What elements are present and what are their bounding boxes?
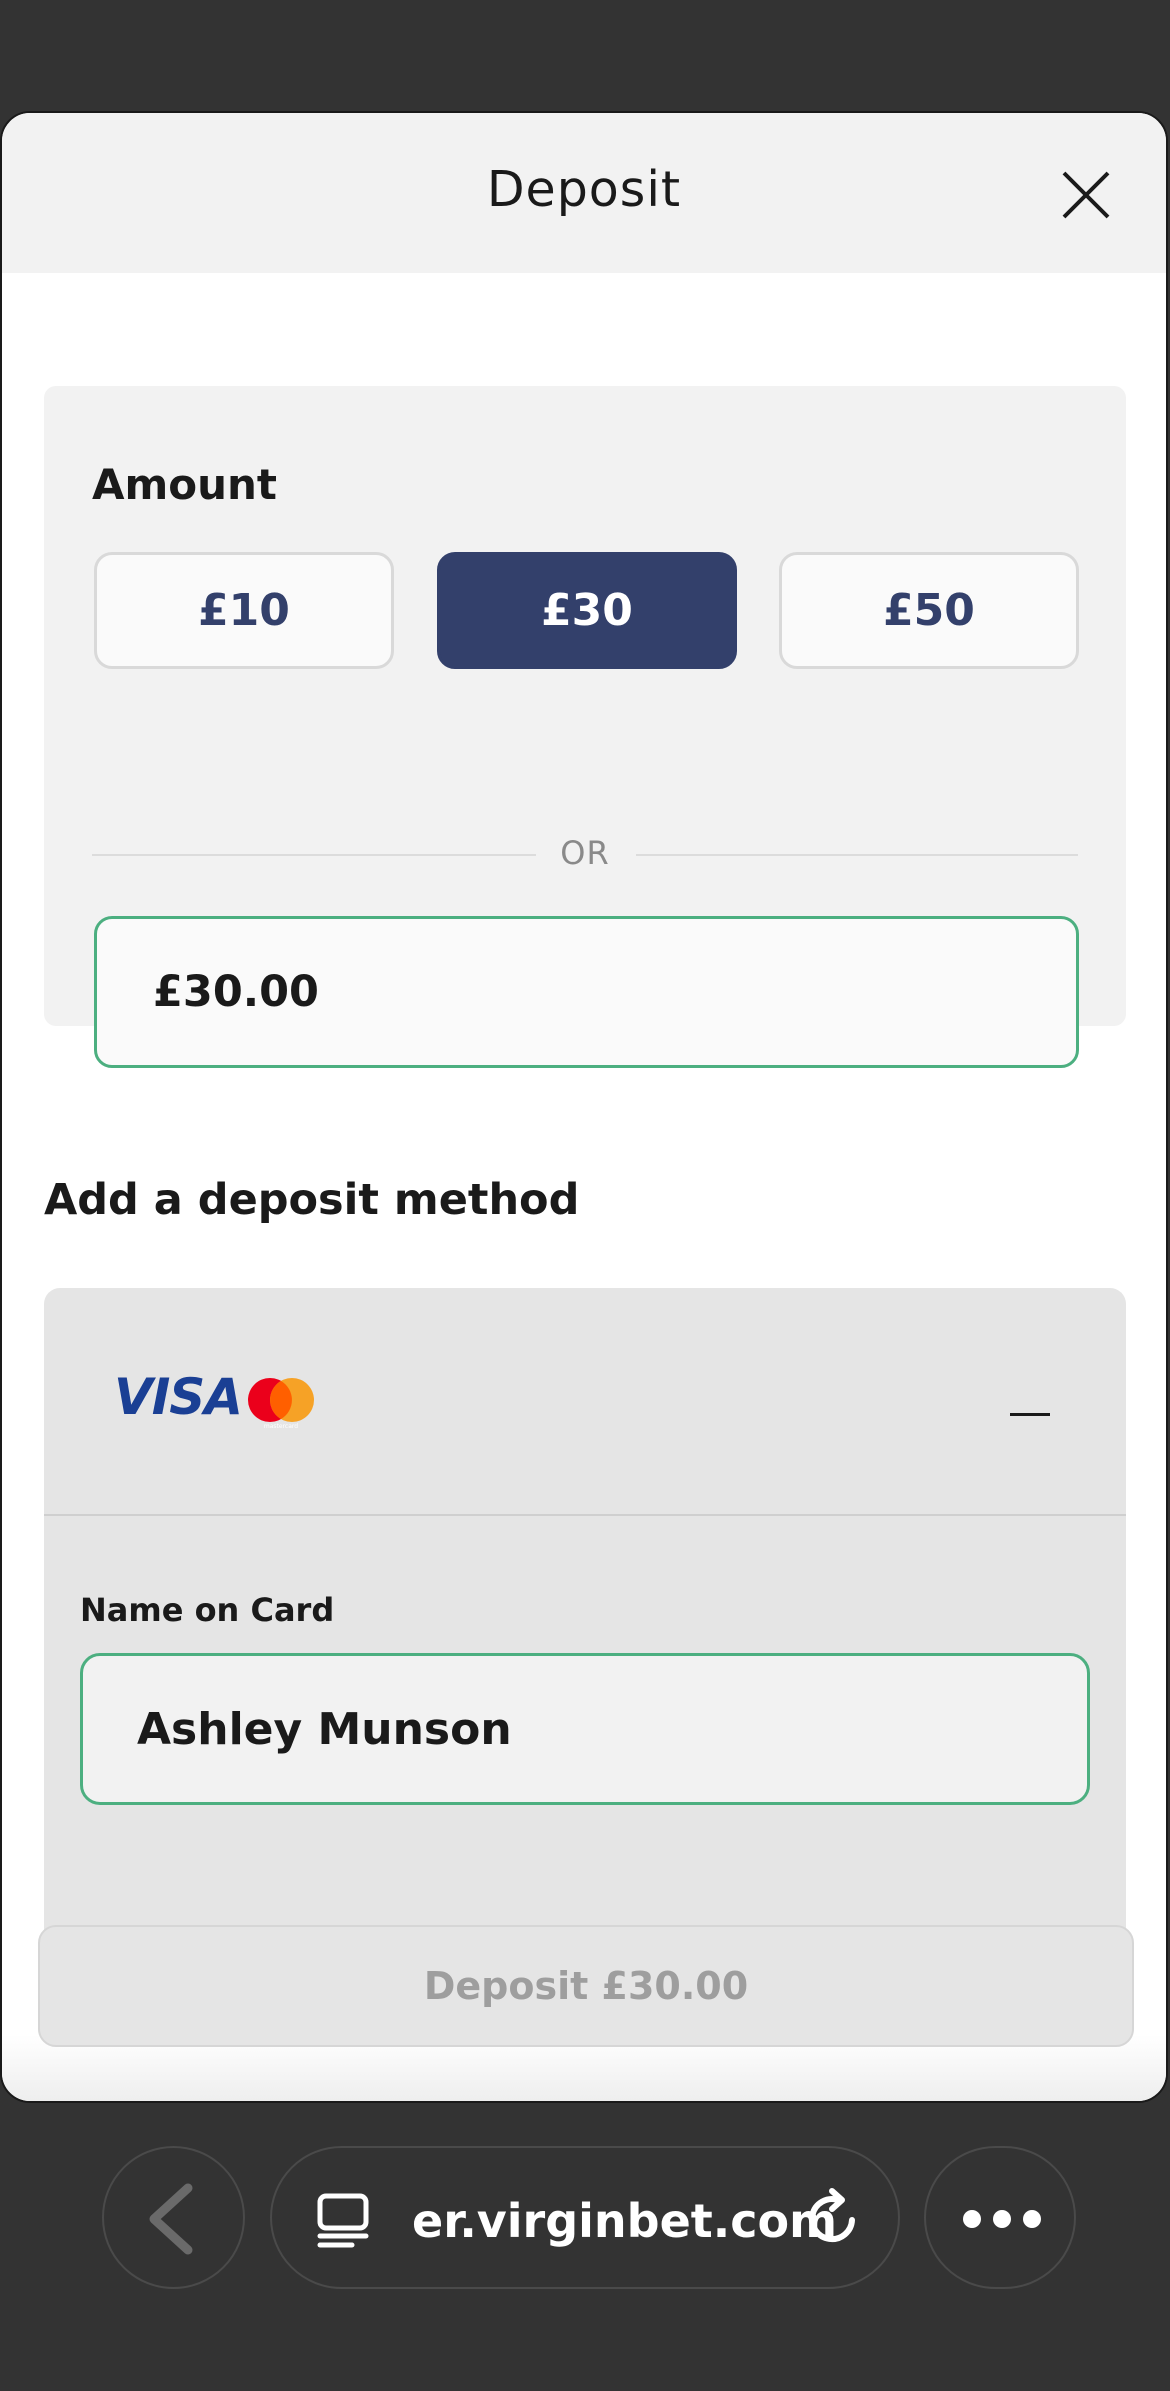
card-method-header[interactable]: VISA mastercard [44,1288,1126,1516]
close-button[interactable] [1060,169,1112,221]
deposit-modal: Deposit Amount £10 £30 £50 OR £30.00 Add… [0,111,1168,2103]
visa-logo: VISA [114,1368,243,1426]
amount-label: Amount [92,460,278,509]
deposit-button[interactable]: Deposit £30.00 [38,1925,1134,2047]
modal-header: Deposit [2,113,1166,273]
browser-toolbar: er.virginbet.com [0,2103,1170,2391]
modal-title: Deposit [486,161,682,218]
or-divider: OR [92,834,1078,874]
more-dots-icon [963,2210,1041,2228]
amount-input[interactable]: £30.00 [94,916,1079,1068]
url-text: er.virginbet.com [412,2194,838,2248]
amount-chip-50[interactable]: £50 [779,552,1079,669]
name-on-card-input[interactable]: Ashley Munson [80,1653,1090,1805]
close-icon [1062,171,1110,219]
divider-line [636,854,1078,856]
or-text: OR [560,834,610,872]
tabs-icon [317,2193,369,2248]
amount-chip-10[interactable]: £10 [94,552,394,669]
name-on-card-label: Name on Card [80,1591,335,1629]
more-button[interactable] [924,2146,1076,2289]
reload-icon[interactable] [802,2186,866,2250]
deposit-method-heading: Add a deposit method [44,1175,580,1225]
address-bar[interactable]: er.virginbet.com [270,2146,900,2289]
amount-chip-30[interactable]: £30 [437,552,737,669]
chevron-left-icon [149,2183,193,2255]
amount-section: Amount £10 £30 £50 OR £30.00 [44,386,1126,1068]
back-button[interactable] [102,2146,245,2289]
mastercard-logo: mastercard [248,1378,314,1430]
card-method-panel: VISA mastercard Name on Card Ashley Muns… [44,1288,1126,1988]
minus-icon [1010,1413,1050,1416]
mastercard-wordmark: mastercard [264,1423,298,1430]
collapse-button[interactable] [1010,1393,1054,1437]
